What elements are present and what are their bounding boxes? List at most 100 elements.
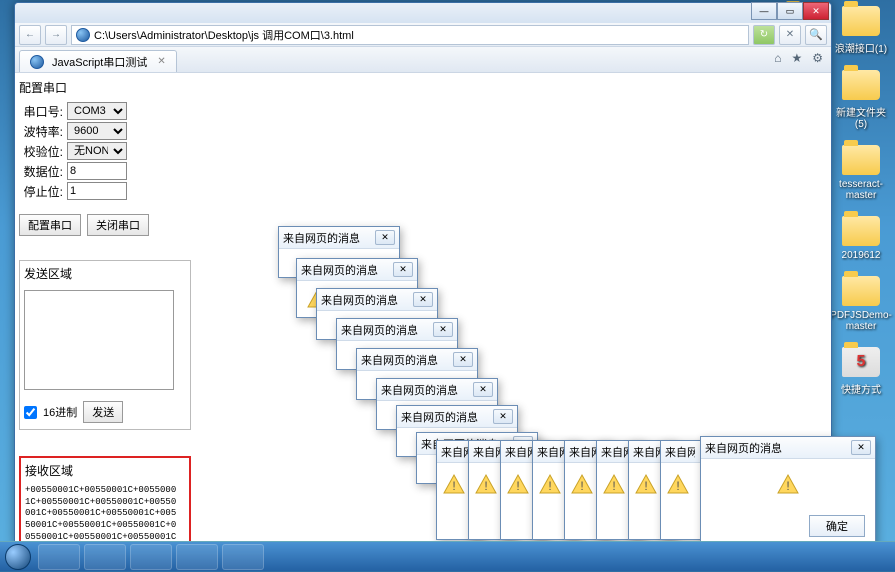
desktop-icon[interactable]: 快捷方式 (831, 347, 891, 396)
port-label: 串口号: (19, 103, 63, 120)
config-port-button[interactable]: 配置串口 (19, 214, 81, 236)
databits-input[interactable] (67, 162, 127, 180)
dialog-close-button[interactable]: ✕ (413, 292, 433, 307)
forward-button[interactable]: → (45, 25, 67, 45)
svg-text:!: ! (644, 479, 647, 493)
alert-dialog: 来自网页的消息 ✕ ! 确定 (700, 436, 876, 546)
desktop-icon[interactable]: PDFJSDemo-master (831, 276, 891, 332)
dialog-title: 来自网页的消息 (705, 440, 782, 456)
start-button[interactable] (0, 542, 36, 572)
receive-data: +00550001C+00550001C+00550001C+00550001C… (25, 485, 181, 545)
svg-text:!: ! (580, 479, 583, 493)
svg-text:!: ! (612, 479, 615, 493)
svg-text:!: ! (452, 479, 455, 493)
dialog-title: 来自网 (601, 444, 631, 460)
receive-section: 接收区域 +00550001C+00550001C+00550001C+0055… (19, 456, 191, 545)
search-button[interactable]: 🔍 (805, 25, 827, 45)
send-textarea[interactable] (24, 290, 174, 390)
warning-icon: ! (665, 473, 691, 497)
close-port-button[interactable]: 关闭串口 (87, 214, 149, 236)
taskbar-item[interactable] (176, 544, 218, 570)
warning-icon: ! (569, 473, 595, 497)
desktop-icon[interactable]: 2019612 (831, 216, 891, 261)
dialog-close-button[interactable]: ✕ (393, 262, 413, 277)
tab-label: JavaScript串口测试 (52, 54, 147, 70)
port-select[interactable]: COM3 (67, 102, 127, 120)
address-bar: ← → C:\Users\Administrator\Desktop\js 调用… (15, 23, 831, 47)
dialog-title: 来自网页的消息 (401, 409, 478, 425)
dialog-title: 来自网 (665, 444, 695, 460)
warning-icon: ! (537, 473, 563, 497)
warning-icon: ! (633, 473, 659, 497)
parity-select[interactable]: 无NONE (67, 142, 127, 160)
taskbar-item[interactable] (38, 544, 80, 570)
close-button[interactable]: ✕ (803, 2, 829, 20)
svg-text:!: ! (484, 479, 487, 493)
taskbar-item[interactable] (130, 544, 172, 570)
address-field[interactable]: C:\Users\Administrator\Desktop\js 调用COM口… (71, 25, 749, 45)
svg-text:!: ! (786, 479, 789, 493)
databits-label: 数据位: (19, 163, 63, 180)
warning-icon: ! (505, 473, 531, 497)
warning-icon: ! (601, 473, 627, 497)
stopbits-label: 停止位: (19, 183, 63, 200)
baud-select[interactable]: 9600 (67, 122, 127, 140)
dialog-close-button[interactable]: ✕ (493, 409, 513, 424)
dialog-close-button[interactable]: ✕ (473, 382, 493, 397)
section-title: 接收区域 (25, 462, 185, 479)
config-section: 配置串口 串口号:COM3 波特率:9600 校验位:无NONE 数据位: 停止… (19, 79, 191, 236)
dialog-title: 来自网页的消息 (361, 352, 438, 368)
minimize-button[interactable]: — (751, 2, 777, 20)
svg-text:!: ! (676, 479, 679, 493)
tab-bar: JavaScript串口测试 ✕ ⌂ ★ ⚙ (15, 47, 831, 73)
dialog-close-button[interactable]: ✕ (433, 322, 453, 337)
dialog-title: 来自网 (441, 444, 471, 460)
stopbits-input[interactable] (67, 182, 127, 200)
baud-label: 波特率: (19, 123, 63, 140)
tab-close-icon[interactable]: ✕ (157, 56, 165, 67)
send-button[interactable]: 发送 (83, 401, 123, 423)
dialog-title: 来自网 (505, 444, 535, 460)
dialog-title: 来自网页的消息 (283, 230, 360, 246)
dialog-close-button[interactable]: ✕ (453, 352, 473, 367)
section-title: 配置串口 (19, 79, 191, 96)
desktop-icon[interactable]: tesseract-master (831, 145, 891, 201)
maximize-button[interactable]: ▭ (777, 2, 803, 20)
ie-icon (30, 55, 44, 69)
back-button[interactable]: ← (19, 25, 41, 45)
parity-label: 校验位: (19, 143, 63, 160)
dialog-close-button[interactable]: ✕ (851, 440, 871, 455)
taskbar-item[interactable] (222, 544, 264, 570)
stop-button[interactable]: ✕ (779, 25, 801, 45)
dialog-title: 来自网页的消息 (341, 322, 418, 338)
taskbar-item[interactable] (84, 544, 126, 570)
address-text: C:\Users\Administrator\Desktop\js 调用COM口… (94, 27, 354, 43)
dialog-title: 来自网 (569, 444, 599, 460)
desktop-icon[interactable]: 浪潮接口(1) (831, 6, 891, 55)
warning-icon: ! (473, 473, 499, 497)
tools-icon[interactable]: ⚙ (812, 51, 823, 65)
hex-label: 16进制 (43, 404, 77, 420)
dialog-title: 来自网 (537, 444, 567, 460)
favorites-icon[interactable]: ★ (791, 51, 802, 65)
dialog-title: 来自网 (633, 444, 663, 460)
warning-icon: ! (441, 473, 467, 497)
section-title: 发送区域 (24, 265, 186, 282)
send-section: 发送区域 16进制 发送 (19, 260, 191, 430)
warning-icon: ! (775, 473, 801, 497)
home-icon[interactable]: ⌂ (774, 51, 781, 65)
hex-checkbox[interactable] (24, 406, 37, 419)
refresh-button[interactable]: ↻ (753, 25, 775, 45)
dialog-title: 来自网页的消息 (321, 292, 398, 308)
ie-icon (76, 28, 90, 42)
window-titlebar[interactable]: — ▭ ✕ (15, 3, 831, 23)
dialog-close-button[interactable]: ✕ (375, 230, 395, 245)
svg-text:!: ! (548, 479, 551, 493)
dialog-title: 来自网 (473, 444, 503, 460)
svg-text:!: ! (516, 479, 519, 493)
ok-button[interactable]: 确定 (809, 515, 865, 537)
taskbar (0, 541, 895, 571)
dialog-title: 来自网页的消息 (301, 262, 378, 278)
browser-tab[interactable]: JavaScript串口测试 ✕ (19, 50, 177, 72)
desktop-icon[interactable]: 新建文件夹(5) (831, 70, 891, 130)
